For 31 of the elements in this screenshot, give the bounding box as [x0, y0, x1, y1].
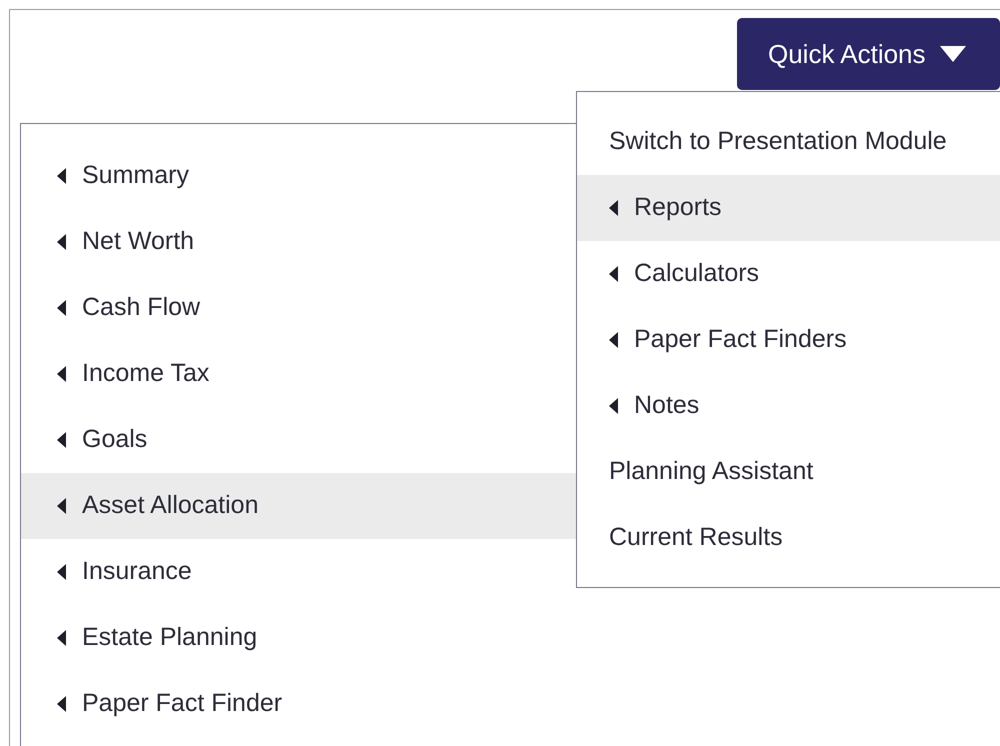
menu-item[interactable]: Cash Flow — [21, 275, 577, 341]
caret-left-icon — [57, 432, 66, 448]
caret-left-icon — [609, 332, 618, 348]
caret-left-icon — [609, 398, 618, 414]
caret-left-icon — [57, 168, 66, 184]
caret-left-icon — [609, 266, 618, 282]
menu-item[interactable]: Net Worth — [21, 209, 577, 275]
caret-left-icon — [57, 366, 66, 382]
menu-item[interactable]: Asset Allocation — [21, 473, 577, 539]
menu-item[interactable]: Paper Fact Finder — [21, 671, 577, 737]
caret-left-icon — [57, 234, 66, 250]
quick-actions-button[interactable]: Quick Actions — [737, 18, 1000, 90]
caret-left-icon — [57, 630, 66, 646]
menu-item[interactable]: Notes — [577, 373, 1000, 439]
menu-item[interactable]: Planning Assistant — [577, 439, 1000, 505]
caret-left-icon — [609, 200, 618, 216]
menu-item[interactable]: Income Tax — [21, 341, 577, 407]
menu-item[interactable]: Summary — [21, 143, 577, 209]
caret-left-icon — [57, 498, 66, 514]
menu-item[interactable]: Paper Fact Finders — [577, 307, 1000, 373]
menu-item[interactable]: Goals — [21, 407, 577, 473]
caret-left-icon — [57, 300, 66, 316]
menu-item[interactable]: Insurance — [21, 539, 577, 605]
menu-item[interactable]: Calculators — [577, 241, 1000, 307]
caret-down-icon — [940, 46, 966, 62]
menu-item[interactable]: Reports — [577, 175, 1000, 241]
menu-item[interactable]: Current Results — [577, 505, 1000, 571]
menu-item[interactable]: Switch to Presentation Module — [577, 109, 1000, 175]
menu-item[interactable]: Estate Planning — [21, 605, 577, 671]
caret-left-icon — [57, 564, 66, 580]
caret-left-icon — [57, 696, 66, 712]
